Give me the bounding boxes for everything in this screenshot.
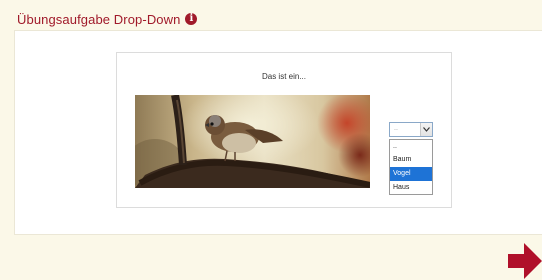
exercise-header: Übungsaufgabe Drop-Down i: [17, 10, 198, 28]
dropdown-option[interactable]: Haus: [390, 181, 432, 195]
dropdown-option-highlighted[interactable]: Vogel: [390, 167, 432, 181]
exercise-title: Übungsaufgabe Drop-Down: [17, 11, 181, 27]
dropdown-option[interactable]: Baum: [390, 153, 432, 167]
answer-dropdown-list: .. Baum Vogel Haus: [389, 139, 433, 195]
exercise-page: Übungsaufgabe Drop-Down i Das ist ein...: [0, 0, 542, 280]
answer-select[interactable]: ..: [389, 122, 433, 137]
sparrow-image: [135, 95, 370, 188]
info-icon[interactable]: i: [185, 13, 198, 25]
arrow-right-icon[interactable]: [508, 243, 542, 279]
dropdown-option[interactable]: ..: [390, 140, 432, 154]
question-text: Das ist ein...: [261, 72, 306, 81]
chevron-down-icon[interactable]: [420, 123, 432, 136]
select-current-value: ..: [394, 125, 398, 132]
